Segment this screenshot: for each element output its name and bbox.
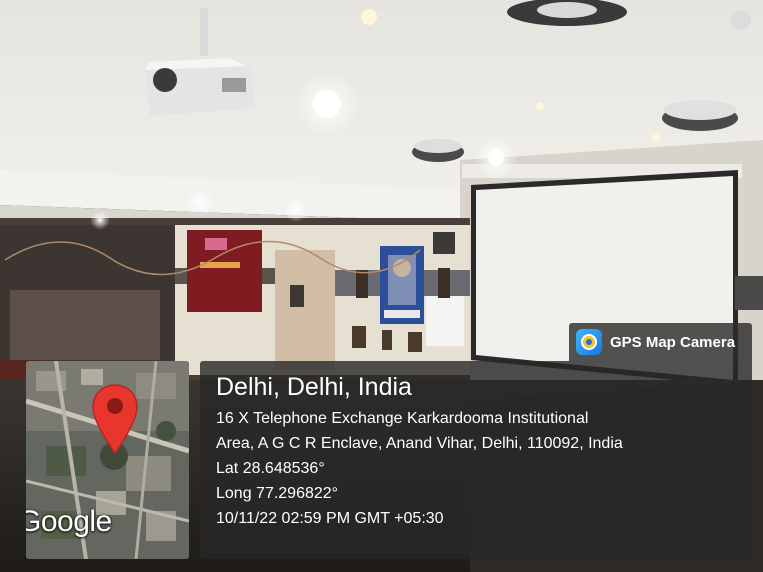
location-title: Delhi, Delhi, India bbox=[216, 373, 412, 401]
gps-map-camera-badge: GPS Map Camera bbox=[569, 323, 752, 361]
location-info-panel: Delhi, Delhi, India 16 X Telephone Excha… bbox=[200, 361, 752, 559]
address-line-2: Area, A G C R Enclave, Anand Vihar, Delh… bbox=[216, 435, 623, 452]
latitude-text: Lat 28.648536° bbox=[216, 460, 325, 477]
app-name-label: GPS Map Camera bbox=[610, 333, 736, 351]
map-pin-icon bbox=[92, 384, 138, 455]
gps-map-camera-app-icon bbox=[576, 329, 602, 355]
map-thumbnail: Google bbox=[26, 361, 189, 559]
longitude-text: Long 77.296822° bbox=[216, 485, 339, 502]
timestamp-text: 10/11/22 02:59 PM GMT +05:30 bbox=[216, 510, 444, 527]
google-logo: Google bbox=[26, 505, 112, 538]
address-line-1: 16 X Telephone Exchange Karkardooma Inst… bbox=[216, 410, 589, 427]
